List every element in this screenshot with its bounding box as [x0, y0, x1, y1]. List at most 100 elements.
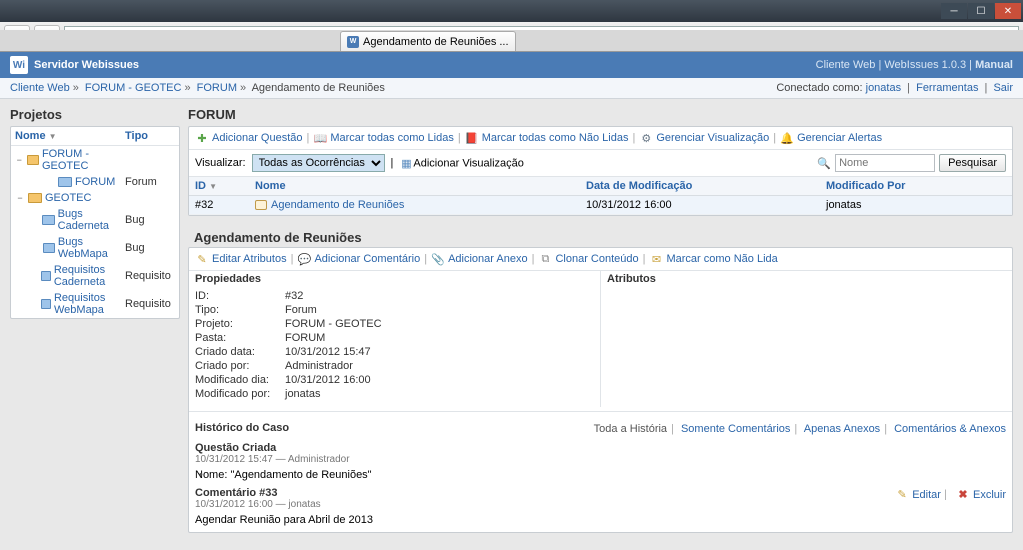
tree-row[interactable]: Bugs WebMapaBug	[11, 234, 179, 262]
crumb-client[interactable]: Cliente Web	[10, 82, 70, 94]
col-id[interactable]: ID ▼	[195, 180, 255, 192]
history-filter-links: Toda a História| Somente Comentários| Ap…	[594, 423, 1006, 435]
tree-item-link[interactable]: Bugs WebMapa	[58, 236, 125, 260]
prop-tipo-k: Tipo:	[195, 304, 285, 316]
cell-date: 10/31/2012 16:00	[586, 199, 826, 211]
col-by[interactable]: Modificado Por	[826, 180, 1006, 192]
add-attachment-link[interactable]: 📎Adicionar Anexo	[431, 252, 528, 266]
breadcrumb-bar: Cliente Web» FORUM - GEOTEC» FORUM» Agen…	[0, 78, 1023, 99]
manage-alerts-link[interactable]: 🔔Gerenciar Alertas	[780, 131, 882, 145]
prop-cdata-v: 10/31/2012 15:47	[285, 346, 371, 358]
tab-favicon-icon: W	[347, 36, 359, 48]
addr-tools[interactable]: ♀ ▾ ⟳ ✕	[973, 30, 1014, 43]
paperclip-icon: 📎	[431, 252, 445, 266]
header-right: Cliente Web | WebIssues 1.0.3 | Manual	[816, 59, 1013, 71]
prop-mdia-v: 10/31/2012 16:00	[285, 374, 371, 386]
clone-link[interactable]: ⧉Clonar Conteúdo	[538, 252, 638, 266]
tree-item-link[interactable]: Requisitos WebMapa	[54, 292, 125, 316]
edit-comment-link[interactable]: ✎ Editar	[895, 489, 941, 501]
hist-attach-link[interactable]: Apenas Anexos	[804, 423, 880, 435]
tree-item-link[interactable]: GEOTEC	[45, 192, 91, 204]
crumb-current: Agendamento de Reuniões	[252, 82, 385, 94]
tree-row[interactable]: Requisitos CadernetaRequisito	[11, 262, 179, 290]
props-heading: Propiedades	[195, 273, 594, 285]
manage-view-link[interactable]: ⚙Gerenciar Visualização	[639, 131, 769, 145]
mark-all-read-link[interactable]: 📖Marcar todas como Lidas	[313, 131, 454, 145]
logout-link[interactable]: Sair	[993, 82, 1013, 94]
prop-tipo-v: Forum	[285, 304, 317, 316]
folder-icon	[41, 271, 51, 281]
browser-tab[interactable]: W Agendamento de Reuniões ...	[340, 31, 516, 51]
add-comment-link[interactable]: 💬Adicionar Comentário	[297, 252, 420, 266]
add-issue-link[interactable]: ✚Adicionar Questão	[195, 131, 303, 145]
hist-comments-link[interactable]: Somente Comentários	[681, 423, 790, 435]
forward-button[interactable]: →	[34, 25, 60, 49]
crumb-folder[interactable]: FORUM	[197, 82, 237, 94]
window-maximize-button[interactable]: ☐	[968, 3, 994, 19]
tree-row[interactable]: Bugs CadernetaBug	[11, 206, 179, 234]
tree-item-link[interactable]: Requisitos Caderneta	[54, 264, 125, 288]
tree-row[interactable]: Requisitos WebMapaRequisito	[11, 290, 179, 318]
tree-row[interactable]: − FORUM - GEOTEC	[11, 146, 179, 174]
grid-header: ID ▼ Nome Data de Modificação Modificado…	[189, 177, 1012, 196]
entry-title: Comentário #33	[195, 487, 1006, 499]
col-date[interactable]: Data de Modificação	[586, 180, 826, 192]
history-heading: Histórico do Caso	[195, 422, 289, 434]
tree-item-link[interactable]: Bugs Caderneta	[58, 208, 125, 232]
col-name[interactable]: Nome	[255, 180, 586, 192]
entry-meta: 10/31/2012 16:00 — jonatas	[195, 499, 1006, 510]
tree-row[interactable]: − GEOTEC	[11, 190, 179, 206]
crumb-project[interactable]: FORUM - GEOTEC	[85, 82, 182, 94]
mark-unread-link[interactable]: ✉Marcar como Não Lida	[649, 252, 777, 266]
header-client-link[interactable]: Cliente Web	[816, 59, 876, 71]
expand-icon[interactable]: −	[15, 193, 25, 203]
tree-item-link[interactable]: FORUM	[75, 176, 115, 188]
cell-name-link[interactable]: Agendamento de Reuniões	[271, 199, 404, 211]
issue-title: Agendamento de Reuniões	[188, 224, 1013, 247]
comment-icon: 💬	[297, 252, 311, 266]
delete-comment-link[interactable]: ✖ Excluir	[956, 489, 1006, 501]
url-input[interactable]	[87, 31, 969, 43]
folder-icon	[28, 193, 42, 203]
forum-toolbar: ✚Adicionar Questão | 📖Marcar todas como …	[189, 127, 1012, 150]
tab-label: Agendamento de Reuniões ...	[363, 36, 509, 48]
tools-link[interactable]: Ferramentas	[916, 82, 978, 94]
mark-all-unread-link[interactable]: 📕Marcar todas como Não Lidas	[465, 131, 629, 145]
connected-label: Conectado como:	[776, 82, 862, 94]
window-minimize-button[interactable]: ─	[941, 3, 967, 19]
expand-icon[interactable]: −	[15, 155, 24, 165]
folder-icon	[43, 243, 55, 253]
prop-id-v: #32	[285, 290, 303, 302]
search-input[interactable]	[835, 154, 935, 172]
window-titlebar: ─ ☐ ✕	[0, 0, 1023, 22]
hist-both-link[interactable]: Comentários & Anexos	[894, 423, 1006, 435]
header-manual-link[interactable]: Manual	[975, 59, 1013, 71]
window-close-button[interactable]: ✕	[995, 3, 1021, 19]
table-row[interactable]: #32 Agendamento de Reuniões 10/31/2012 1…	[189, 196, 1012, 215]
app-header: Wi Servidor Webissues Cliente Web | WebI…	[0, 52, 1023, 78]
pencil-icon: ✎	[895, 487, 909, 501]
entry-title: Questão Criada	[195, 442, 1006, 454]
tree-col-name[interactable]: Nome ▼	[15, 130, 125, 142]
issue-icon	[255, 200, 267, 210]
prop-proj-k: Projeto:	[195, 318, 285, 330]
tree-item-type: Requisito	[125, 270, 175, 282]
add-view-link[interactable]: ▦Adicionar Visualização	[399, 156, 523, 170]
filter-bar: Visualizar: Todas as Ocorrências | ▦Adic…	[189, 150, 1012, 177]
tree-row[interactable]: FORUMForum	[11, 174, 179, 190]
user-link[interactable]: jonatas	[866, 82, 901, 94]
forum-box: ✚Adicionar Questão | 📖Marcar todas como …	[188, 126, 1013, 216]
filter-label: Visualizar:	[195, 157, 246, 169]
favicon-icon: W	[69, 30, 83, 44]
filter-select[interactable]: Todas as Ocorrências	[252, 154, 385, 172]
address-bar[interactable]: W ♀ ▾ ⟳ ✕	[64, 26, 1019, 48]
back-button[interactable]: ←	[4, 25, 30, 49]
entry-actions: ✎ Editar | ✖ Excluir	[889, 487, 1006, 501]
edit-attrs-link[interactable]: ✎Editar Atributos	[195, 252, 287, 266]
book-closed-icon: 📕	[465, 131, 479, 145]
prop-cpor-v: Administrador	[285, 360, 353, 372]
tree-item-link[interactable]: FORUM - GEOTEC	[42, 148, 125, 172]
entry-body: Nome: "Agendamento de Reuniões"	[195, 467, 1006, 483]
prop-mpor-k: Modificado por:	[195, 388, 285, 400]
search-button[interactable]: Pesquisar	[939, 154, 1006, 172]
